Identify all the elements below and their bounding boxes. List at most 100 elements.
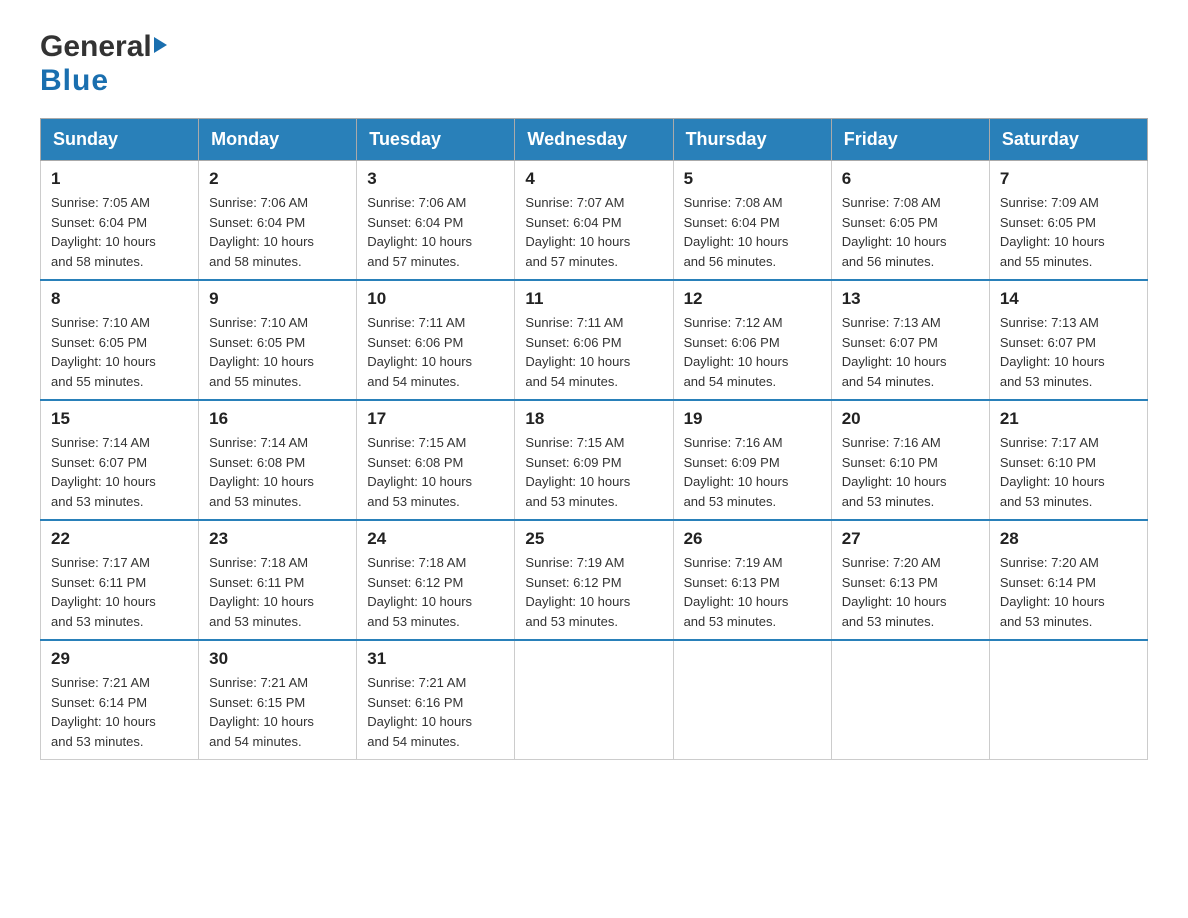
calendar-cell: 2 Sunrise: 7:06 AM Sunset: 6:04 PM Dayli…: [199, 161, 357, 281]
logo-blue-text: Blue: [40, 64, 109, 98]
calendar-cell: 27 Sunrise: 7:20 AM Sunset: 6:13 PM Dayl…: [831, 520, 989, 640]
calendar-cell: 18 Sunrise: 7:15 AM Sunset: 6:09 PM Dayl…: [515, 400, 673, 520]
calendar-cell: [515, 640, 673, 760]
day-info: Sunrise: 7:21 AM Sunset: 6:16 PM Dayligh…: [367, 673, 504, 751]
calendar-cell: 24 Sunrise: 7:18 AM Sunset: 6:12 PM Dayl…: [357, 520, 515, 640]
calendar-week-row-4: 22 Sunrise: 7:17 AM Sunset: 6:11 PM Dayl…: [41, 520, 1148, 640]
day-number: 17: [367, 409, 504, 429]
calendar-cell: [673, 640, 831, 760]
calendar-cell: 11 Sunrise: 7:11 AM Sunset: 6:06 PM Dayl…: [515, 280, 673, 400]
day-number: 21: [1000, 409, 1137, 429]
calendar-cell: 9 Sunrise: 7:10 AM Sunset: 6:05 PM Dayli…: [199, 280, 357, 400]
calendar-cell: 5 Sunrise: 7:08 AM Sunset: 6:04 PM Dayli…: [673, 161, 831, 281]
calendar-cell: 7 Sunrise: 7:09 AM Sunset: 6:05 PM Dayli…: [989, 161, 1147, 281]
day-info: Sunrise: 7:07 AM Sunset: 6:04 PM Dayligh…: [525, 193, 662, 271]
calendar-cell: [831, 640, 989, 760]
day-info: Sunrise: 7:21 AM Sunset: 6:15 PM Dayligh…: [209, 673, 346, 751]
calendar-cell: 17 Sunrise: 7:15 AM Sunset: 6:08 PM Dayl…: [357, 400, 515, 520]
calendar-header-row: SundayMondayTuesdayWednesdayThursdayFrid…: [41, 119, 1148, 161]
day-info: Sunrise: 7:20 AM Sunset: 6:14 PM Dayligh…: [1000, 553, 1137, 631]
day-number: 6: [842, 169, 979, 189]
calendar-cell: 29 Sunrise: 7:21 AM Sunset: 6:14 PM Dayl…: [41, 640, 199, 760]
calendar-cell: 8 Sunrise: 7:10 AM Sunset: 6:05 PM Dayli…: [41, 280, 199, 400]
day-info: Sunrise: 7:18 AM Sunset: 6:11 PM Dayligh…: [209, 553, 346, 631]
day-info: Sunrise: 7:05 AM Sunset: 6:04 PM Dayligh…: [51, 193, 188, 271]
day-info: Sunrise: 7:11 AM Sunset: 6:06 PM Dayligh…: [525, 313, 662, 391]
day-number: 1: [51, 169, 188, 189]
day-info: Sunrise: 7:17 AM Sunset: 6:11 PM Dayligh…: [51, 553, 188, 631]
calendar-cell: 10 Sunrise: 7:11 AM Sunset: 6:06 PM Dayl…: [357, 280, 515, 400]
calendar-week-row-3: 15 Sunrise: 7:14 AM Sunset: 6:07 PM Dayl…: [41, 400, 1148, 520]
day-info: Sunrise: 7:20 AM Sunset: 6:13 PM Dayligh…: [842, 553, 979, 631]
day-info: Sunrise: 7:14 AM Sunset: 6:08 PM Dayligh…: [209, 433, 346, 511]
day-number: 23: [209, 529, 346, 549]
day-number: 11: [525, 289, 662, 309]
calendar-cell: 1 Sunrise: 7:05 AM Sunset: 6:04 PM Dayli…: [41, 161, 199, 281]
day-info: Sunrise: 7:21 AM Sunset: 6:14 PM Dayligh…: [51, 673, 188, 751]
day-number: 10: [367, 289, 504, 309]
calendar-header-friday: Friday: [831, 119, 989, 161]
day-number: 9: [209, 289, 346, 309]
day-info: Sunrise: 7:08 AM Sunset: 6:04 PM Dayligh…: [684, 193, 821, 271]
day-number: 25: [525, 529, 662, 549]
day-number: 26: [684, 529, 821, 549]
calendar-cell: 4 Sunrise: 7:07 AM Sunset: 6:04 PM Dayli…: [515, 161, 673, 281]
calendar-cell: 31 Sunrise: 7:21 AM Sunset: 6:16 PM Dayl…: [357, 640, 515, 760]
calendar-cell: 16 Sunrise: 7:14 AM Sunset: 6:08 PM Dayl…: [199, 400, 357, 520]
day-info: Sunrise: 7:16 AM Sunset: 6:10 PM Dayligh…: [842, 433, 979, 511]
calendar-header-monday: Monday: [199, 119, 357, 161]
day-number: 5: [684, 169, 821, 189]
calendar-cell: 28 Sunrise: 7:20 AM Sunset: 6:14 PM Dayl…: [989, 520, 1147, 640]
day-info: Sunrise: 7:13 AM Sunset: 6:07 PM Dayligh…: [842, 313, 979, 391]
day-number: 15: [51, 409, 188, 429]
calendar-header-tuesday: Tuesday: [357, 119, 515, 161]
calendar-header-sunday: Sunday: [41, 119, 199, 161]
day-number: 3: [367, 169, 504, 189]
day-info: Sunrise: 7:18 AM Sunset: 6:12 PM Dayligh…: [367, 553, 504, 631]
day-number: 2: [209, 169, 346, 189]
logo-general-text: General: [40, 30, 152, 64]
calendar-week-row-5: 29 Sunrise: 7:21 AM Sunset: 6:14 PM Dayl…: [41, 640, 1148, 760]
day-number: 20: [842, 409, 979, 429]
day-number: 22: [51, 529, 188, 549]
calendar-cell: 26 Sunrise: 7:19 AM Sunset: 6:13 PM Dayl…: [673, 520, 831, 640]
calendar-cell: 22 Sunrise: 7:17 AM Sunset: 6:11 PM Dayl…: [41, 520, 199, 640]
day-info: Sunrise: 7:10 AM Sunset: 6:05 PM Dayligh…: [209, 313, 346, 391]
calendar-table: SundayMondayTuesdayWednesdayThursdayFrid…: [40, 118, 1148, 760]
calendar-cell: 19 Sunrise: 7:16 AM Sunset: 6:09 PM Dayl…: [673, 400, 831, 520]
day-info: Sunrise: 7:17 AM Sunset: 6:10 PM Dayligh…: [1000, 433, 1137, 511]
day-info: Sunrise: 7:15 AM Sunset: 6:08 PM Dayligh…: [367, 433, 504, 511]
day-number: 8: [51, 289, 188, 309]
calendar-cell: 21 Sunrise: 7:17 AM Sunset: 6:10 PM Dayl…: [989, 400, 1147, 520]
day-info: Sunrise: 7:08 AM Sunset: 6:05 PM Dayligh…: [842, 193, 979, 271]
calendar-cell: 14 Sunrise: 7:13 AM Sunset: 6:07 PM Dayl…: [989, 280, 1147, 400]
day-info: Sunrise: 7:19 AM Sunset: 6:13 PM Dayligh…: [684, 553, 821, 631]
day-info: Sunrise: 7:09 AM Sunset: 6:05 PM Dayligh…: [1000, 193, 1137, 271]
day-number: 29: [51, 649, 188, 669]
day-info: Sunrise: 7:06 AM Sunset: 6:04 PM Dayligh…: [367, 193, 504, 271]
logo: General Blue: [40, 30, 167, 98]
day-info: Sunrise: 7:10 AM Sunset: 6:05 PM Dayligh…: [51, 313, 188, 391]
day-number: 24: [367, 529, 504, 549]
day-number: 12: [684, 289, 821, 309]
calendar-cell: 13 Sunrise: 7:13 AM Sunset: 6:07 PM Dayl…: [831, 280, 989, 400]
calendar-cell: 15 Sunrise: 7:14 AM Sunset: 6:07 PM Dayl…: [41, 400, 199, 520]
calendar-cell: 6 Sunrise: 7:08 AM Sunset: 6:05 PM Dayli…: [831, 161, 989, 281]
calendar-cell: 30 Sunrise: 7:21 AM Sunset: 6:15 PM Dayl…: [199, 640, 357, 760]
day-info: Sunrise: 7:13 AM Sunset: 6:07 PM Dayligh…: [1000, 313, 1137, 391]
calendar-cell: 25 Sunrise: 7:19 AM Sunset: 6:12 PM Dayl…: [515, 520, 673, 640]
day-info: Sunrise: 7:06 AM Sunset: 6:04 PM Dayligh…: [209, 193, 346, 271]
calendar-cell: 20 Sunrise: 7:16 AM Sunset: 6:10 PM Dayl…: [831, 400, 989, 520]
day-number: 30: [209, 649, 346, 669]
calendar-cell: 3 Sunrise: 7:06 AM Sunset: 6:04 PM Dayli…: [357, 161, 515, 281]
calendar-header-thursday: Thursday: [673, 119, 831, 161]
calendar-week-row-2: 8 Sunrise: 7:10 AM Sunset: 6:05 PM Dayli…: [41, 280, 1148, 400]
day-number: 16: [209, 409, 346, 429]
day-info: Sunrise: 7:11 AM Sunset: 6:06 PM Dayligh…: [367, 313, 504, 391]
day-number: 19: [684, 409, 821, 429]
day-info: Sunrise: 7:12 AM Sunset: 6:06 PM Dayligh…: [684, 313, 821, 391]
day-number: 7: [1000, 169, 1137, 189]
logo-triangle-icon: [154, 37, 167, 53]
calendar-week-row-1: 1 Sunrise: 7:05 AM Sunset: 6:04 PM Dayli…: [41, 161, 1148, 281]
day-info: Sunrise: 7:14 AM Sunset: 6:07 PM Dayligh…: [51, 433, 188, 511]
